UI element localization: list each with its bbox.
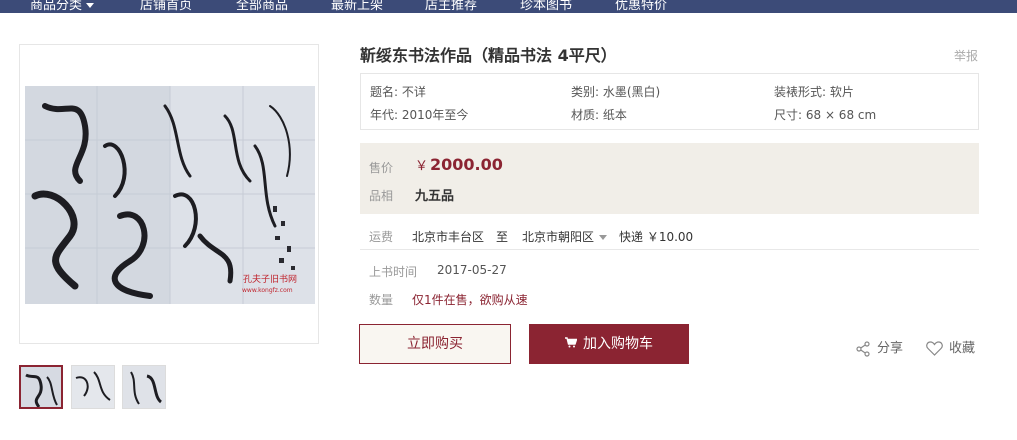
shipping-destination-select[interactable]: 北京市朝阳区: [522, 228, 613, 245]
listing-date: 2017-05-27: [437, 263, 507, 277]
nav-all-products[interactable]: 全部商品: [236, 0, 288, 13]
chevron-down-icon: [599, 235, 608, 240]
attributes-panel: 题名: 不详 类别: 水墨(黑白) 装裱形式: 软片 年代: 2010年至今 材…: [360, 73, 979, 130]
report-link[interactable]: 举报: [954, 47, 978, 64]
price-value: ￥ 2000.00: [415, 155, 503, 174]
buy-now-label: 立即购买: [407, 336, 463, 352]
quantity-label: 数量: [369, 293, 394, 307]
shipping-to: 北京市朝阳区: [522, 230, 595, 244]
thumbnail-2[interactable]: [71, 365, 115, 409]
product-main-image[interactable]: 孔夫子旧书网 www.kongfz.com: [25, 86, 315, 304]
price-panel: 售价 ￥ 2000.00 品相 九五品: [360, 143, 979, 214]
nav-rare-books[interactable]: 珍本图书: [520, 0, 572, 13]
condition-label: 品相: [369, 189, 394, 203]
price-amount: 2000.00: [430, 155, 503, 174]
attr-material: 材质: 纸本: [571, 108, 627, 122]
thumbnail-1[interactable]: [19, 365, 63, 409]
attr-category: 类别: 水墨(黑白): [571, 85, 661, 99]
heart-icon: [926, 341, 949, 356]
attr-size: 尺寸: 68 × 68 cm: [774, 108, 877, 122]
shipping-method: 快递 ￥10.00: [619, 230, 694, 244]
price-label: 售价: [369, 161, 394, 175]
nav-category-menu[interactable]: 商品分类: [30, 0, 95, 13]
shipping-label: 运费: [369, 230, 394, 244]
add-to-cart-button[interactable]: 加入购物车: [529, 324, 689, 364]
nav-new-arrivals[interactable]: 最新上架: [331, 0, 383, 13]
watermark-url: www.kongfz.com: [242, 287, 293, 294]
top-nav-bar: 商品分类 店铺首页 全部商品 最新上架 店主推荐 珍本图书 优惠特价: [0, 0, 1017, 13]
watermark-text: 孔夫子旧书网: [243, 273, 297, 285]
currency-symbol: ￥: [415, 159, 429, 174]
main-image-frame: 孔夫子旧书网 www.kongfz.com: [19, 44, 319, 344]
share-button[interactable]: 分享: [855, 337, 903, 357]
attr-title: 题名: 不详: [370, 85, 426, 99]
add-to-cart-label: 加入购物车: [583, 336, 653, 352]
quantity-text: 仅1件在售，欲购从速: [412, 293, 528, 307]
nav-special-offers[interactable]: 优惠特价: [615, 0, 667, 13]
cart-icon: [565, 324, 578, 364]
nav-owner-picks[interactable]: 店主推荐: [425, 0, 477, 13]
buy-now-button[interactable]: 立即购买: [359, 324, 511, 364]
divider: [360, 249, 979, 250]
attr-era: 年代: 2010年至今: [370, 108, 469, 122]
shipping-to-word: 至: [496, 230, 509, 244]
condition-value: 九五品: [415, 189, 455, 204]
favorite-label: 收藏: [949, 341, 976, 356]
chevron-down-icon: [86, 3, 95, 8]
listing-date-label: 上书时间: [369, 265, 418, 279]
nav-shop-home[interactable]: 店铺首页: [140, 0, 192, 13]
favorite-button[interactable]: 收藏: [926, 337, 975, 356]
shipping-from: 北京市丰台区: [412, 230, 485, 244]
attr-binding: 装裱形式: 软片: [774, 85, 854, 99]
thumbnail-3[interactable]: [122, 365, 166, 409]
product-title: 靳绥东书法作品（精品书法 4平尺）: [360, 46, 617, 65]
share-icon: [855, 340, 877, 357]
share-label: 分享: [877, 341, 904, 356]
